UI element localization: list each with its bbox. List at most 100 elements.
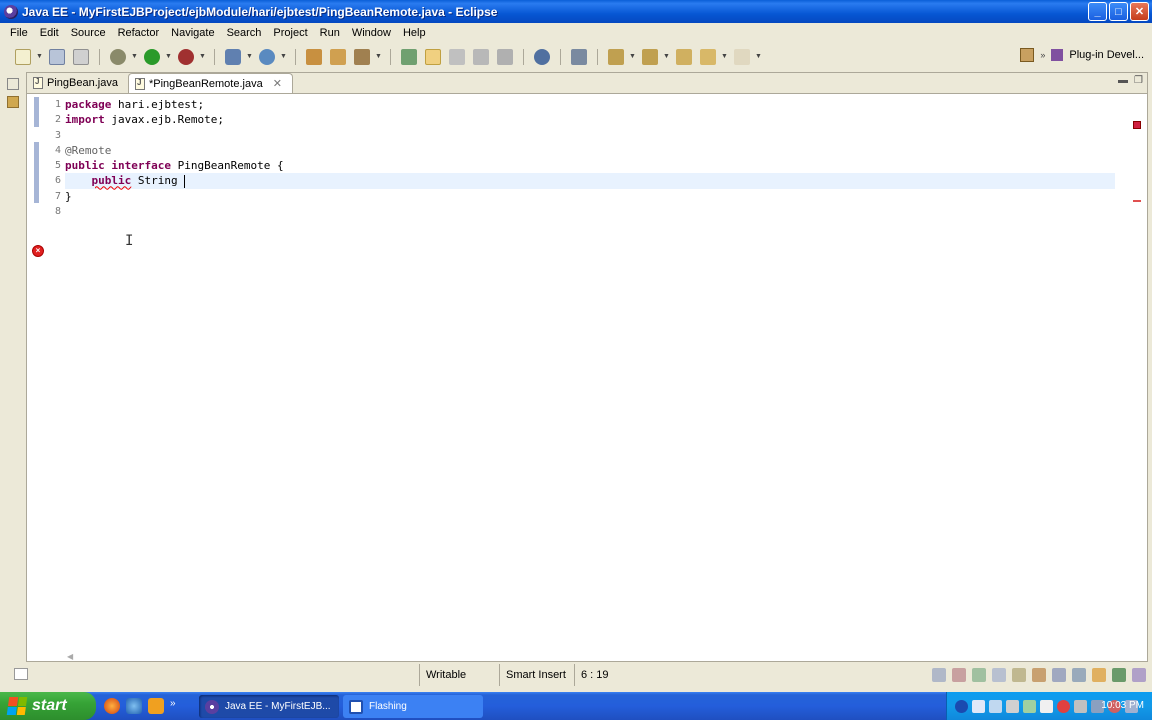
new-web-icon[interactable]: [259, 48, 275, 65]
tray-update-icon[interactable]: [1074, 699, 1087, 713]
maximize-button[interactable]: □: [1109, 2, 1128, 21]
block-selection-icon[interactable]: [449, 48, 465, 65]
problems-icon[interactable]: [992, 668, 1006, 682]
close-button[interactable]: ✕: [1130, 2, 1149, 21]
perspective-overflow-icon[interactable]: »: [1040, 50, 1045, 60]
menu-edit[interactable]: Edit: [34, 27, 65, 39]
quick-launch-overflow-icon[interactable]: »: [170, 698, 176, 714]
open-perspective-icon[interactable]: [1020, 48, 1035, 62]
minimize-button[interactable]: _: [1088, 2, 1107, 21]
menu-help[interactable]: Help: [397, 27, 432, 39]
tray-display-icon[interactable]: [972, 699, 985, 713]
menu-source[interactable]: Source: [65, 27, 112, 39]
toolbar-separator: [597, 48, 598, 65]
toolbar-separator: [99, 48, 100, 65]
start-button[interactable]: start: [0, 692, 96, 720]
servers-icon[interactable]: [952, 668, 966, 682]
markers-icon[interactable]: [1132, 668, 1146, 682]
new-server-dropdown-icon[interactable]: ▼: [246, 53, 253, 60]
error-ruler-mark[interactable]: [1133, 200, 1141, 202]
search-dropdown-icon[interactable]: ▼: [375, 53, 382, 60]
tray-keyboard-icon[interactable]: [1006, 699, 1019, 713]
tasks-icon[interactable]: [972, 668, 986, 682]
highlight-icon[interactable]: [425, 48, 441, 65]
console-icon[interactable]: [932, 668, 946, 682]
java-file-icon: [134, 77, 145, 90]
external-tools-dropdown-icon[interactable]: ▼: [199, 53, 206, 60]
back-icon[interactable]: [700, 48, 716, 65]
error-summary-icon[interactable]: [1133, 121, 1141, 129]
tab-pingbean[interactable]: PingBean.java: [27, 73, 128, 93]
menu-file[interactable]: File: [4, 27, 34, 39]
pin-icon[interactable]: [571, 48, 587, 65]
tray-security-icon[interactable]: [1057, 699, 1070, 713]
properties-icon[interactable]: [1052, 668, 1066, 682]
mark-occurrences-icon[interactable]: [401, 48, 417, 65]
next-annotation-icon[interactable]: [608, 48, 624, 65]
save-icon[interactable]: [49, 48, 65, 65]
run-dropdown-icon[interactable]: ▼: [165, 53, 172, 60]
open-type-icon[interactable]: [306, 48, 322, 65]
new-dropdown-icon[interactable]: ▼: [36, 53, 43, 60]
error-icon[interactable]: ×: [32, 245, 44, 257]
data-source-icon[interactable]: [1012, 668, 1026, 682]
writable-label: Writable: [426, 669, 467, 681]
previous-annotation-icon[interactable]: [642, 48, 658, 65]
tab-close-icon[interactable]: ✕: [273, 77, 282, 90]
new-server-icon[interactable]: [225, 48, 241, 65]
horizontal-scrollbar[interactable]: ◀: [65, 652, 1127, 662]
progress-icon[interactable]: [1112, 668, 1126, 682]
menu-search[interactable]: Search: [221, 27, 268, 39]
package-explorer-icon[interactable]: [7, 96, 19, 108]
tab-pingbeanremote[interactable]: *PingBeanRemote.java ✕: [127, 73, 293, 93]
print-icon[interactable]: [73, 48, 89, 65]
previous-annotation-dropdown-icon[interactable]: ▼: [663, 53, 670, 60]
source-code[interactable]: package hari.ejbtest; import javax.ejb.R…: [65, 97, 1115, 219]
open-resource-icon[interactable]: [330, 48, 346, 65]
debug-dropdown-icon[interactable]: ▼: [131, 53, 138, 60]
forward-dropdown-icon[interactable]: ▼: [755, 53, 762, 60]
code-editor[interactable]: × 1 2 3 4 5 6 7 8 package hari.ejbtest; …: [27, 95, 1147, 662]
last-edit-icon[interactable]: [676, 48, 692, 65]
firefox-icon[interactable]: [104, 698, 120, 714]
line-numbers: 1 2 3 4 5 6 7 8: [41, 97, 61, 219]
menu-window[interactable]: Window: [346, 27, 397, 39]
restore-icon[interactable]: [7, 78, 19, 90]
new-icon[interactable]: [15, 48, 31, 65]
perspective-plugin-development[interactable]: Plug-in Devel...: [1069, 49, 1144, 61]
browser-icon[interactable]: [534, 48, 550, 65]
quick-launch-app-icon[interactable]: [126, 698, 142, 714]
change-ruler-bar: [34, 97, 39, 127]
outline-icon[interactable]: [1072, 668, 1086, 682]
debug-icon[interactable]: [110, 48, 126, 65]
forward-icon[interactable]: [734, 48, 750, 65]
quick-launch-folder-icon[interactable]: [148, 698, 164, 714]
menu-navigate[interactable]: Navigate: [165, 27, 220, 39]
line-number: 5: [54, 160, 61, 172]
next-annotation-dropdown-icon[interactable]: ▼: [629, 53, 636, 60]
back-dropdown-icon[interactable]: ▼: [721, 53, 728, 60]
taskbar-button-flashing[interactable]: Flashing: [343, 695, 483, 718]
tray-expand-icon[interactable]: [955, 699, 968, 713]
tray-volume-icon[interactable]: [1040, 699, 1053, 713]
fast-view-icon[interactable]: [14, 668, 28, 680]
tray-app-icon[interactable]: [1023, 699, 1036, 713]
maximize-editor-icon[interactable]: ❐: [1134, 75, 1143, 86]
tray-network-icon[interactable]: [989, 699, 1002, 713]
menu-refactor[interactable]: Refactor: [112, 27, 166, 39]
scroll-left-icon[interactable]: ◀: [67, 652, 73, 661]
new-web-dropdown-icon[interactable]: ▼: [280, 53, 287, 60]
menu-run[interactable]: Run: [314, 27, 346, 39]
menu-project[interactable]: Project: [267, 27, 313, 39]
toggle-breadcrumb-icon[interactable]: [497, 48, 513, 65]
minimize-editor-icon[interactable]: ▬: [1118, 75, 1128, 86]
snippets-icon[interactable]: [1092, 668, 1106, 682]
run-icon[interactable]: [144, 48, 160, 65]
main-toolbar: ▼ ▼ ▼ ▼ ▼ ▼ ▼ ▼ ▼ ▼ ▼: [0, 44, 1152, 69]
external-tools-icon[interactable]: [178, 48, 194, 65]
junit-icon[interactable]: [1032, 668, 1046, 682]
search-icon[interactable]: [354, 48, 370, 65]
show-whitespace-icon[interactable]: [473, 48, 489, 65]
taskbar-button-eclipse[interactable]: Java EE - MyFirstEJB...: [199, 695, 339, 718]
